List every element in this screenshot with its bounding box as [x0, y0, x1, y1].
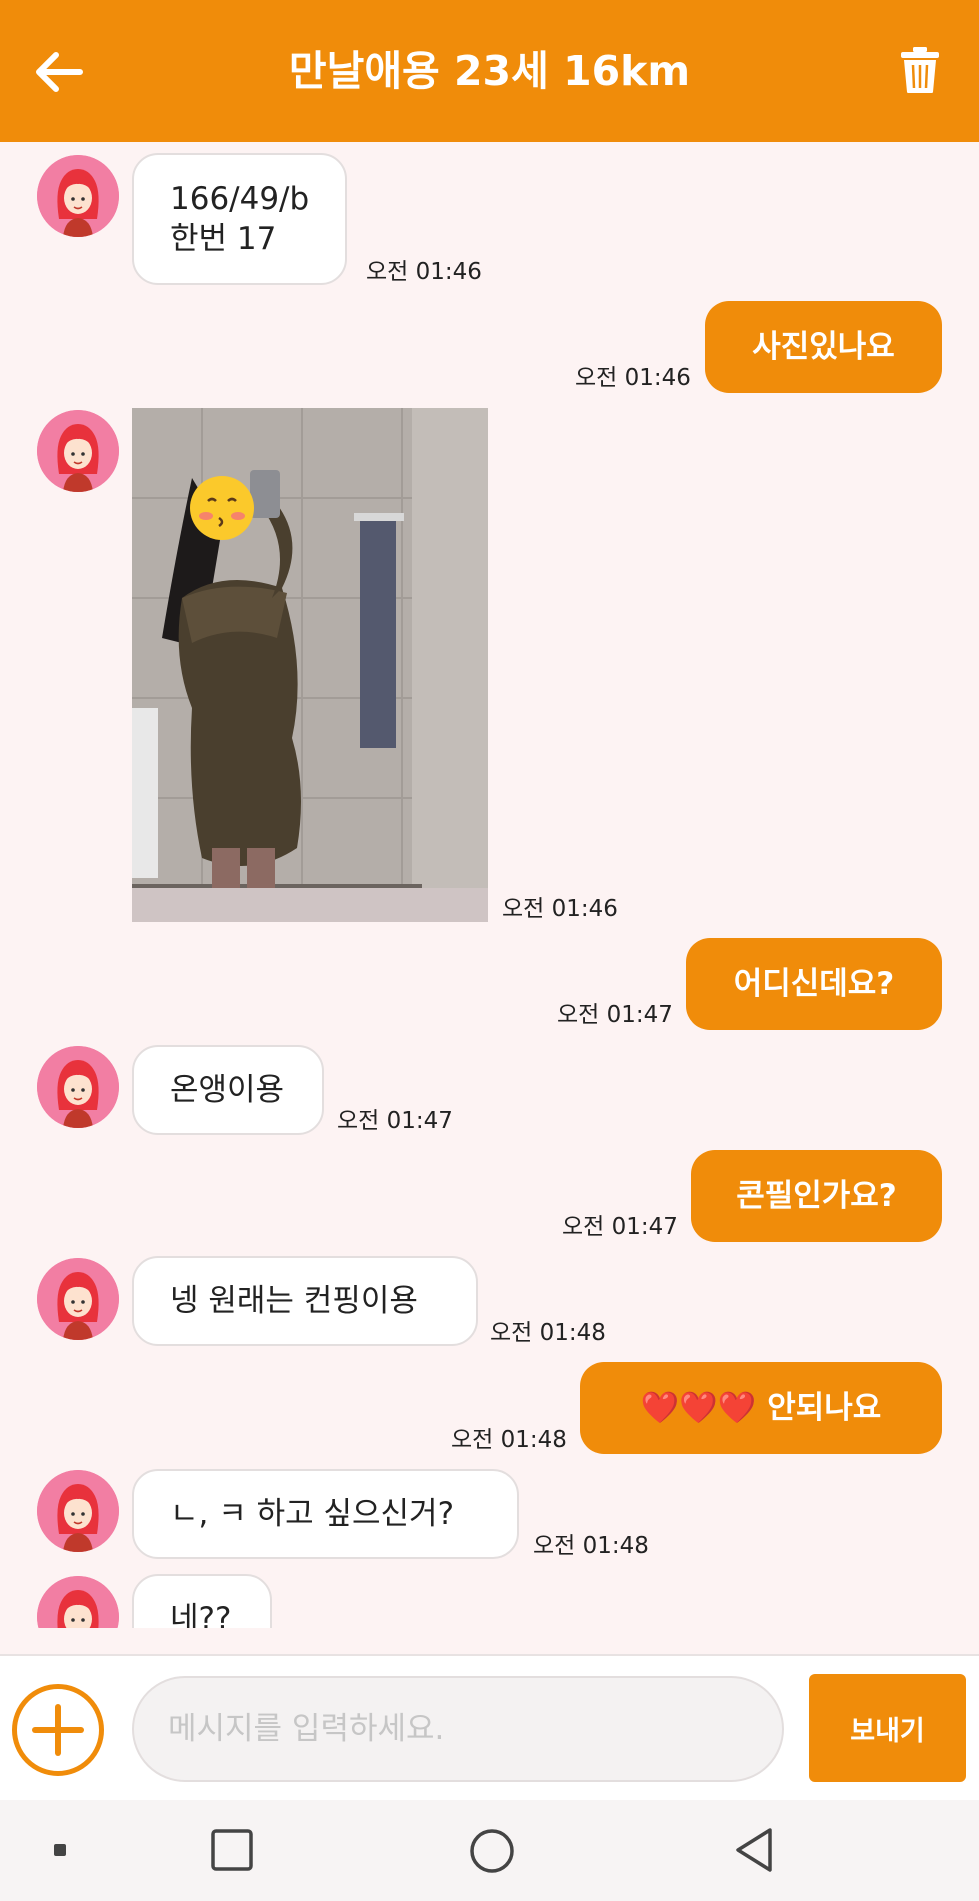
message-time: 오전 01:47 [557, 1002, 673, 1028]
message-bubble-outgoing[interactable]: ❤️❤️❤️ 안되나요 [580, 1362, 942, 1454]
message-time: 오전 01:46 [502, 896, 618, 922]
avatar-girl-icon [37, 410, 119, 492]
photo-message[interactable] [132, 408, 488, 922]
plus-circle-icon [32, 1704, 84, 1756]
recents-dot-icon[interactable] [52, 1842, 68, 1858]
arrow-left-icon[interactable] [30, 44, 86, 100]
avatar[interactable] [37, 1470, 119, 1552]
message-text-line: 166/49/b [170, 181, 310, 217]
composer-bar: 보내기 [0, 1654, 979, 1802]
message-time: 오전 01:47 [562, 1214, 678, 1240]
avatar-girl-icon [37, 1470, 119, 1552]
avatar-girl-icon [37, 1576, 119, 1628]
add-attachment-button[interactable] [12, 1684, 104, 1776]
message-time: 오전 01:48 [533, 1533, 649, 1559]
circle-home-icon[interactable] [469, 1828, 515, 1874]
message-bubble-outgoing[interactable]: 사진있나요 [705, 301, 942, 393]
avatar[interactable] [37, 155, 119, 237]
message-bubble-incoming[interactable]: 166/49/b 한번 17 [132, 153, 348, 285]
avatar[interactable] [37, 410, 119, 492]
message-bubble-outgoing[interactable]: 어디신데요? [686, 938, 942, 1030]
message-time: 오전 01:48 [451, 1427, 567, 1453]
avatar[interactable] [37, 1576, 119, 1628]
message-time: 오전 01:48 [490, 1320, 606, 1346]
system-navigation-bar [0, 1800, 979, 1901]
send-button[interactable]: 보내기 [809, 1674, 966, 1782]
message-time: 오전 01:46 [575, 365, 691, 391]
avatar-girl-icon [37, 1258, 119, 1340]
mirror-selfie-image [132, 408, 488, 922]
message-time: 오전 01:46 [366, 259, 482, 285]
avatar[interactable] [37, 1258, 119, 1340]
square-icon[interactable] [210, 1828, 254, 1872]
message-bubble-outgoing[interactable]: 콘필인가요? [691, 1150, 942, 1242]
message-bubble-incoming[interactable]: 네?? [132, 1574, 272, 1628]
triangle-back-icon[interactable] [732, 1826, 776, 1874]
message-text-line: 한번 17 [170, 221, 277, 257]
message-time: 오전 01:47 [337, 1108, 453, 1134]
chat-header: 만날애용 23세 16km [0, 0, 979, 142]
avatar[interactable] [37, 1046, 119, 1128]
trash-icon[interactable] [900, 46, 940, 94]
message-input[interactable] [132, 1676, 784, 1782]
avatar-girl-icon [37, 1046, 119, 1128]
message-bubble-incoming[interactable]: 넹 원래는 컨핑이용 [132, 1256, 478, 1346]
message-bubble-incoming[interactable]: ㄴ, ㅋ 하고 싶으신거? [132, 1469, 519, 1559]
avatar-girl-icon [37, 155, 119, 237]
chat-title: 만날애용 23세 16km [288, 47, 691, 95]
message-bubble-incoming[interactable]: 온앵이용 [132, 1045, 324, 1135]
message-row-partial: 네?? [0, 1570, 979, 1628]
